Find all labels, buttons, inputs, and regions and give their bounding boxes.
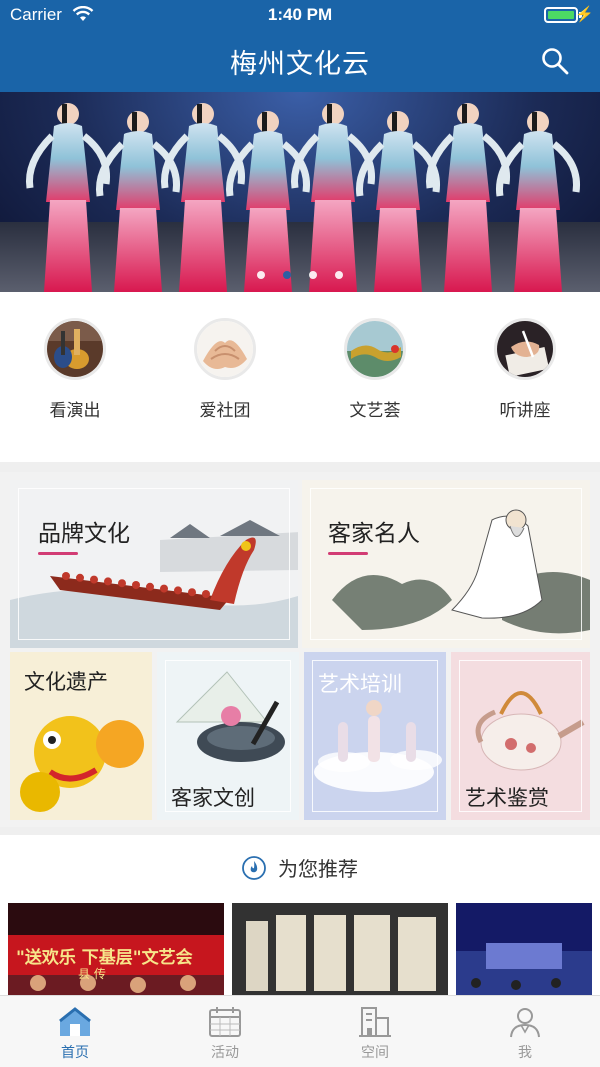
- guitar-icon: [44, 318, 106, 380]
- dragon-icon: [344, 318, 406, 380]
- culture-grid: 品牌文化 客家名人 文化遗产 客家文创 艺术培训 艺术鉴赏: [0, 472, 600, 827]
- banner-carousel[interactable]: [0, 92, 600, 292]
- category-label: 听讲座: [499, 401, 551, 421]
- tile-title: 艺术鉴赏: [465, 786, 549, 810]
- carousel-dot[interactable]: [257, 271, 265, 279]
- tile-art-appreciation[interactable]: 艺术鉴赏: [451, 652, 590, 820]
- battery-icon: [544, 7, 578, 23]
- tile-frame: [18, 488, 290, 640]
- page-title: 梅州文化云: [230, 49, 370, 80]
- tab-label: 空间: [361, 1045, 389, 1061]
- flame-icon: [242, 855, 266, 880]
- carousel-dot[interactable]: [283, 271, 291, 279]
- calligraphy-exhibit-photo: [232, 903, 448, 997]
- tab-bar: 首页 活动 空间 我: [0, 995, 600, 1067]
- recommend-list: "送欢乐 下基层"文艺会 县 传: [0, 901, 600, 997]
- section-divider: [0, 827, 600, 835]
- home-icon: [59, 1007, 91, 1036]
- navigation-bar: Carrier 1:40 PM ⚡ 梅州文化云: [0, 0, 600, 92]
- charging-icon: ⚡: [575, 6, 594, 23]
- tile-hakka-figures[interactable]: 客家名人: [302, 480, 590, 648]
- calendar-icon: [209, 1007, 241, 1037]
- building-icon: [359, 1007, 391, 1037]
- tile-frame: [310, 488, 582, 640]
- title-underline: [38, 552, 78, 555]
- category-lecture[interactable]: 听讲座: [450, 318, 600, 421]
- tile-title: 艺术培训: [318, 672, 402, 696]
- category-performance[interactable]: 看演出: [0, 318, 150, 421]
- recommend-header: 为您推荐: [0, 835, 600, 901]
- status-bar: Carrier 1:40 PM ⚡: [0, 0, 600, 30]
- category-menu: 看演出 爱社团 文艺荟 听讲座: [0, 292, 600, 462]
- recommend-title: 为您推荐: [278, 857, 358, 881]
- writing-hand-icon: [494, 318, 556, 380]
- tile-title: 品牌文化: [38, 521, 130, 547]
- category-label: 爱社团: [199, 401, 251, 421]
- tab-home[interactable]: 首页: [0, 1006, 150, 1062]
- outdoor-stage-photo: [456, 903, 592, 997]
- status-time: 1:40 PM: [267, 5, 333, 24]
- banner-dancers-image: [25, 103, 581, 292]
- search-icon[interactable]: [540, 46, 570, 76]
- tab-space[interactable]: 空间: [300, 1006, 450, 1062]
- tile-title: 文化遗产: [24, 670, 108, 694]
- carousel-dot[interactable]: [309, 271, 317, 279]
- carousel-dot[interactable]: [335, 271, 343, 279]
- performance-banner-subtext: 县 传: [78, 967, 106, 981]
- tile-title: 客家名人: [328, 521, 420, 547]
- tile-title: 客家文创: [171, 786, 255, 810]
- recommend-card[interactable]: "送欢乐 下基层"文艺会 县 传: [8, 903, 224, 997]
- title-underline: [328, 552, 368, 555]
- tab-label: 我: [518, 1045, 532, 1061]
- tab-label: 首页: [61, 1045, 89, 1061]
- tab-label: 活动: [211, 1045, 239, 1061]
- category-art-gathering[interactable]: 文艺荟: [300, 318, 450, 421]
- hands-icon: [194, 318, 256, 380]
- tab-me[interactable]: 我: [450, 1006, 600, 1062]
- section-divider: [0, 462, 600, 472]
- tile-cultural-heritage[interactable]: 文化遗产: [10, 652, 152, 820]
- recommend-card[interactable]: [232, 903, 448, 997]
- recommend-card[interactable]: [456, 903, 592, 997]
- tile-hakka-creative[interactable]: 客家文创: [157, 652, 299, 820]
- tile-art-training[interactable]: 艺术培训: [304, 652, 446, 820]
- tab-activity[interactable]: 活动: [150, 1006, 300, 1062]
- user-icon: [510, 1008, 540, 1038]
- carousel-indicator[interactable]: [0, 264, 600, 283]
- category-label: 看演出: [49, 401, 101, 421]
- tile-brand-culture[interactable]: 品牌文化: [10, 480, 298, 648]
- category-label: 文艺荟: [349, 401, 401, 421]
- category-club[interactable]: 爱社团: [150, 318, 300, 421]
